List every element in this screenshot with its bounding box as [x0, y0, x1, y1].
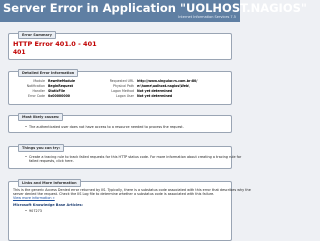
cause-item: The authenticated user does not have acc…	[29, 125, 184, 129]
detailed-error-legend: Detailed Error Information	[18, 69, 79, 77]
error-title: HTTP Error 401.0 - 401	[13, 40, 97, 48]
page-header: Server Error in Application "UOLHOST.NAG…	[0, 0, 307, 22]
page-title: Server Error in Application "UOLHOST.NAG…	[3, 1, 307, 15]
detail-key-module: Module	[33, 79, 45, 83]
detail-key-logon-user: Logon User	[116, 94, 134, 98]
detail-value-logon-user: Not yet determined	[137, 94, 173, 98]
try-item-line-2: failed requests, click here.	[29, 159, 74, 163]
detail-key-physical-path: Physical Path	[113, 84, 134, 88]
detail-value-physical-path: e:\home\uolhost.nagios\Web\	[137, 84, 190, 88]
links-panel: Links and More Information This is the g…	[8, 179, 251, 241]
detail-value-logon-method: Not yet determined	[137, 89, 173, 93]
bullet-icon: •	[25, 125, 27, 129]
server-version: Internet Information Services 7.5	[178, 15, 236, 19]
detail-key-notification: Notification	[26, 84, 45, 88]
detailed-error-panel: Detailed Error Information Module Rewrit…	[8, 69, 232, 105]
try-legend: Things you can try:	[18, 144, 65, 152]
error-summary-panel: Error Summary HTTP Error 401.0 - 401 401	[8, 31, 232, 60]
try-panel: Things you can try: • Create a tracing r…	[8, 144, 241, 169]
detail-value-module: RewriteModule	[48, 79, 76, 83]
detail-key-requested-url: Requested URL	[109, 79, 134, 83]
detail-key-handler: Handler	[32, 89, 45, 93]
error-subtitle: 401	[13, 49, 26, 56]
detail-value-notification: BeginRequest	[48, 84, 73, 88]
detail-value-handler: StaticFile	[48, 89, 66, 93]
detail-key-error-code: Error Code	[28, 94, 45, 98]
detail-value-requested-url: http://www.singular.rs.com.br:80/	[137, 79, 198, 83]
bullet-icon: •	[25, 155, 27, 159]
error-summary-legend: Error Summary	[18, 31, 56, 39]
links-legend: Links and More Information	[18, 179, 81, 187]
kb-heading: Microsoft Knowledge Base Articles:	[13, 203, 83, 207]
view-more-info-link[interactable]: View more information »	[13, 196, 55, 200]
detail-value-error-code: 0x00000000	[48, 94, 71, 98]
causes-legend: Most likely causes:	[18, 113, 64, 121]
bullet-icon: •	[25, 209, 27, 213]
detail-key-logon-method: Logon Method	[111, 89, 134, 93]
causes-panel: Most likely causes: • The authenticated …	[8, 113, 232, 133]
kb-article-item: 907273	[29, 209, 42, 213]
